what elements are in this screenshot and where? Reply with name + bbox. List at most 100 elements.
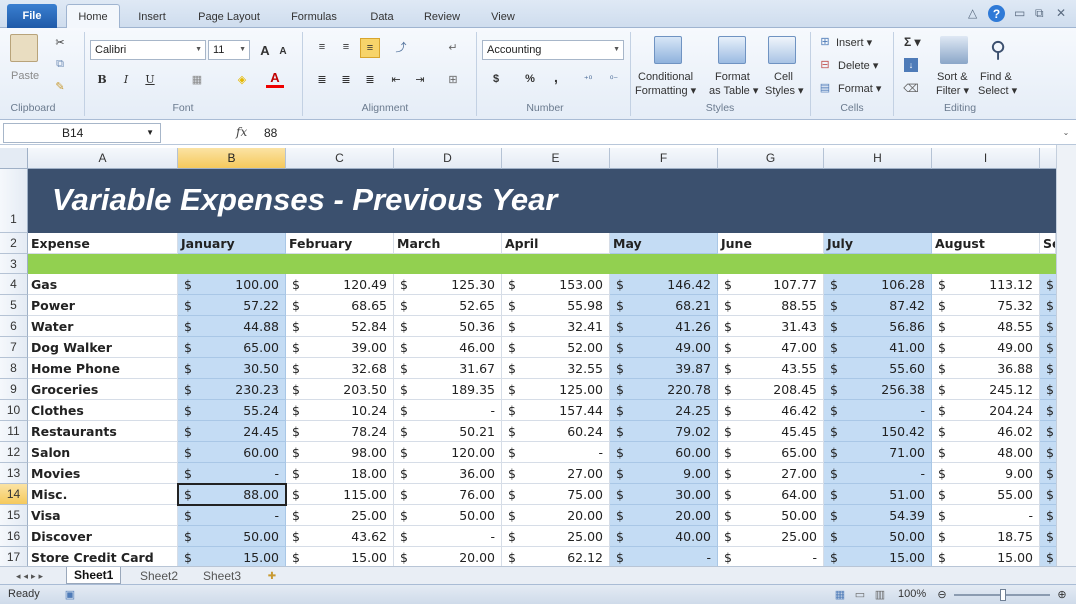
data-cell[interactable]: $39.87 [610,358,718,379]
expense-name[interactable]: Restaurants [28,421,178,442]
data-cell[interactable]: $25.00 [718,526,824,547]
data-cell[interactable]: $107.77 [718,274,824,295]
minimize-ribbon-icon[interactable]: △ [968,6,977,20]
number-format-select[interactable]: Accounting ▼ [482,40,624,60]
data-cell[interactable]: $98.00 [286,442,394,463]
expense-name[interactable]: Gas [28,274,178,295]
data-cell[interactable]: $46.42 [718,400,824,421]
column-header-d[interactable]: D [394,148,502,169]
format-cells-icon[interactable]: ▤ [818,80,832,94]
copy-icon[interactable]: ⧉ [52,56,68,72]
close-window-icon[interactable]: ✕ [1056,6,1066,20]
data-cell[interactable]: $76.00 [394,484,502,505]
sort-filter-label-2[interactable]: Filter ▾ [936,84,969,97]
data-cell-partial[interactable]: $ [1040,421,1056,442]
data-cell[interactable]: $ - [932,505,1040,526]
data-cell[interactable]: $20.00 [610,505,718,526]
file-tab[interactable]: File [7,4,57,28]
data-cell[interactable]: $71.00 [824,442,932,463]
data-cell-partial[interactable]: $ [1040,547,1056,566]
column-header-partial[interactable] [1040,148,1056,169]
data-cell-partial[interactable]: $ [1040,505,1056,526]
data-cell[interactable]: $15.00 [178,547,286,566]
data-cell[interactable]: $50.21 [394,421,502,442]
conditional-formatting-label-2[interactable]: Formatting ▾ [635,84,696,97]
percent-style-button[interactable]: % [522,70,538,88]
expense-name[interactable]: Visa [28,505,178,526]
column-header-b[interactable]: B [178,148,286,169]
data-cell[interactable]: $87.42 [824,295,932,316]
row-header-14[interactable]: 14 [0,484,28,505]
tab-data[interactable]: Data [360,6,404,28]
borders-icon[interactable]: ▦ [186,70,208,88]
delete-cells-icon[interactable]: ⊟ [818,57,832,71]
row-header-13[interactable]: 13 [0,463,28,484]
data-cell[interactable]: $ - [824,463,932,484]
expense-name[interactable]: Misc. [28,484,178,505]
help-icon[interactable]: ? [988,5,1005,22]
format-cells-button[interactable]: Format ▾ [838,82,881,95]
data-cell[interactable]: $245.12 [932,379,1040,400]
minimize-window-icon[interactable]: ▭ [1014,6,1025,20]
orientation-icon[interactable]: ⤴ [390,38,412,56]
sheet-tab-2[interactable]: Sheet2 [140,567,178,584]
row-header-8[interactable]: 8 [0,358,28,379]
row-header-4[interactable]: 4 [0,274,28,295]
data-cell[interactable]: $120.00 [394,442,502,463]
worksheet-grid[interactable]: A B C D E F G H I 1 2 3 4 5 6 7 8 9 10 11 12 13 14 15 16 17 Variab… [0,148,1056,566]
column-header-f[interactable]: F [610,148,718,169]
data-cell[interactable]: $36.88 [932,358,1040,379]
row-header-1[interactable]: 1 [0,169,28,233]
data-cell[interactable]: $48.55 [932,316,1040,337]
data-cell[interactable]: $32.55 [502,358,610,379]
data-cell[interactable]: $41.00 [824,337,932,358]
data-cell[interactable]: $75.00 [502,484,610,505]
row-header-9[interactable]: 9 [0,379,28,400]
data-cell[interactable]: $57.22 [178,295,286,316]
insert-cells-icon[interactable]: ⊞ [818,34,832,48]
data-cell[interactable]: $120.49 [286,274,394,295]
data-cell[interactable]: $189.35 [394,379,502,400]
shrink-font-icon[interactable]: A [276,44,290,58]
data-cell-partial[interactable]: $ [1040,484,1056,505]
expand-formula-bar-icon[interactable]: ⌄ [1060,125,1072,139]
data-cell[interactable]: $55.00 [932,484,1040,505]
expense-name[interactable]: Home Phone [28,358,178,379]
insert-sheet-icon[interactable]: ✚ [264,569,280,583]
column-header-e[interactable]: E [502,148,610,169]
format-as-table-icon[interactable] [718,36,746,64]
data-cell[interactable]: $49.00 [932,337,1040,358]
expense-name[interactable]: Power [28,295,178,316]
cut-icon[interactable]: ✂ [52,34,68,50]
paste-button[interactable]: Paste [11,70,39,82]
header-month[interactable]: Se [1040,233,1056,254]
increase-decimal-icon[interactable]: ⁺⁰ [578,70,598,88]
data-cell[interactable]: $51.00 [824,484,932,505]
restore-window-icon[interactable]: ⧉ [1035,6,1044,21]
data-cell[interactable]: $39.00 [286,337,394,358]
data-cell-partial[interactable]: $ [1040,358,1056,379]
data-cell[interactable]: $56.86 [824,316,932,337]
row-header-11[interactable]: 11 [0,421,28,442]
data-cell[interactable]: $25.00 [286,505,394,526]
underline-button[interactable]: U [142,70,158,88]
data-cell[interactable]: $88.55 [718,295,824,316]
name-box[interactable]: B14 ▼ [3,123,161,143]
page-layout-view-icon[interactable]: ▭ [852,587,868,601]
data-cell[interactable]: $52.84 [286,316,394,337]
align-bottom-icon[interactable]: ≡ [360,38,380,58]
data-cell[interactable]: $50.00 [824,526,932,547]
macro-record-icon[interactable]: ▣ [62,587,78,601]
align-right-icon[interactable]: ≣ [361,70,379,88]
format-painter-icon[interactable]: ✎ [52,78,68,94]
accounting-format-button[interactable]: $ [488,70,504,88]
data-cell[interactable]: $208.45 [718,379,824,400]
header-month[interactable]: February [286,233,394,254]
data-cell[interactable]: $230.23 [178,379,286,400]
data-cell[interactable]: $18.00 [286,463,394,484]
data-cell[interactable]: $100.00 [178,274,286,295]
data-cell[interactable]: $75.32 [932,295,1040,316]
data-cell-partial[interactable]: $ [1040,442,1056,463]
zoom-out-icon[interactable]: ⊖ [934,587,950,601]
data-cell[interactable]: $55.60 [824,358,932,379]
